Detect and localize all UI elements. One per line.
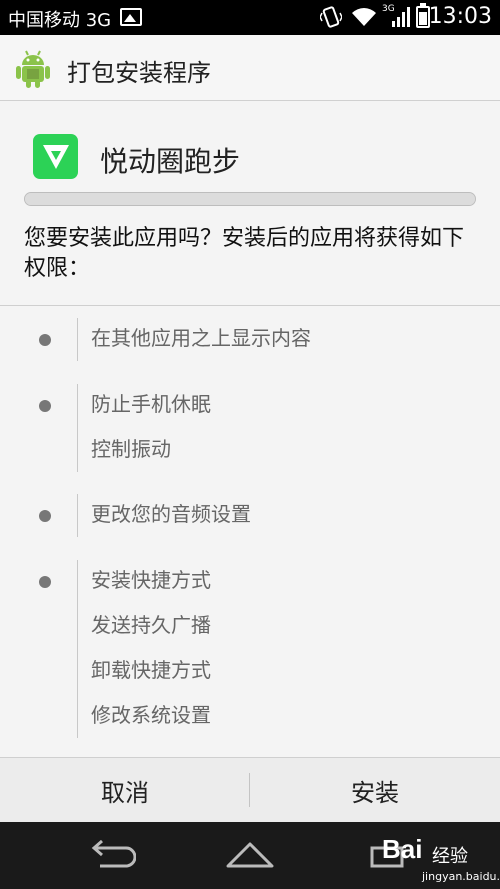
permission-divider [77, 494, 78, 537]
vibrate-icon [320, 6, 342, 28]
network-type-label: 3G [382, 4, 395, 14]
watermark-main: Bai [382, 834, 423, 864]
install-button[interactable]: 安装 [250, 758, 500, 823]
permission-item: 修改系统设置 [91, 703, 211, 727]
watermark-url: jingyan.baidu.com [422, 870, 500, 883]
carrier-label: 中国移动 3G [8, 10, 112, 31]
cancel-button[interactable]: 取消 [0, 758, 250, 823]
permission-item: 更改您的音频设置 [91, 502, 251, 526]
permission-bullet [39, 400, 51, 412]
home-icon[interactable] [224, 840, 276, 870]
watermark-sub: 经验 [432, 846, 468, 867]
back-icon[interactable] [86, 840, 136, 870]
action-bar-title: 打包安装程序 [67, 59, 211, 87]
install-progress-fill [25, 193, 475, 205]
action-bar: 打包安装程序 [0, 35, 500, 101]
app-name: 悦动圈跑步 [100, 145, 241, 178]
android-icon [16, 50, 50, 88]
permission-group: 防止手机休眠 控制振动 [0, 384, 500, 474]
wifi-icon [352, 8, 376, 26]
battery-level [419, 11, 427, 25]
install-prompt: 您要安装此应用吗？安装后的应用将获得如下权限： [24, 226, 465, 281]
permission-item: 在其他应用之上显示内容 [91, 326, 311, 350]
permission-item: 安装快捷方式 [91, 568, 211, 592]
permission-item: 卸载快捷方式 [91, 658, 211, 682]
permission-item: 防止手机休眠 [91, 392, 211, 416]
permission-divider [77, 384, 78, 472]
permission-group: 安装快捷方式 发送持久广播 卸载快捷方式 修改系统设置 [0, 560, 500, 740]
permission-divider [77, 318, 78, 361]
permission-group: 在其他应用之上显示内容 [0, 318, 500, 363]
install-progress-bar [24, 192, 476, 206]
permission-divider [77, 560, 78, 738]
permission-group: 更改您的音频设置 [0, 494, 500, 539]
dialog-button-bar: 取消 安装 [0, 757, 500, 822]
permission-item: 发送持久广播 [91, 613, 211, 637]
permission-list[interactable]: 在其他应用之上显示内容 防止手机休眠 控制振动 更改您的音频设置 安装快捷方式 发送持久广… [0, 305, 500, 757]
app-logo-glyph [43, 145, 69, 169]
yuedongquan-app-icon [33, 134, 78, 179]
permission-bullet [39, 334, 51, 346]
baidu-jingyan-watermark: Bai 经验 jingyan.baidu.com [382, 826, 500, 886]
status-bar: 中国移动 3G 3G 13:03 [0, 0, 500, 35]
permission-bullet [39, 576, 51, 588]
status-clock: 13:03 [428, 4, 492, 29]
permission-bullet [39, 510, 51, 522]
permission-item: 控制振动 [91, 437, 171, 461]
gallery-notification-icon [120, 8, 142, 26]
